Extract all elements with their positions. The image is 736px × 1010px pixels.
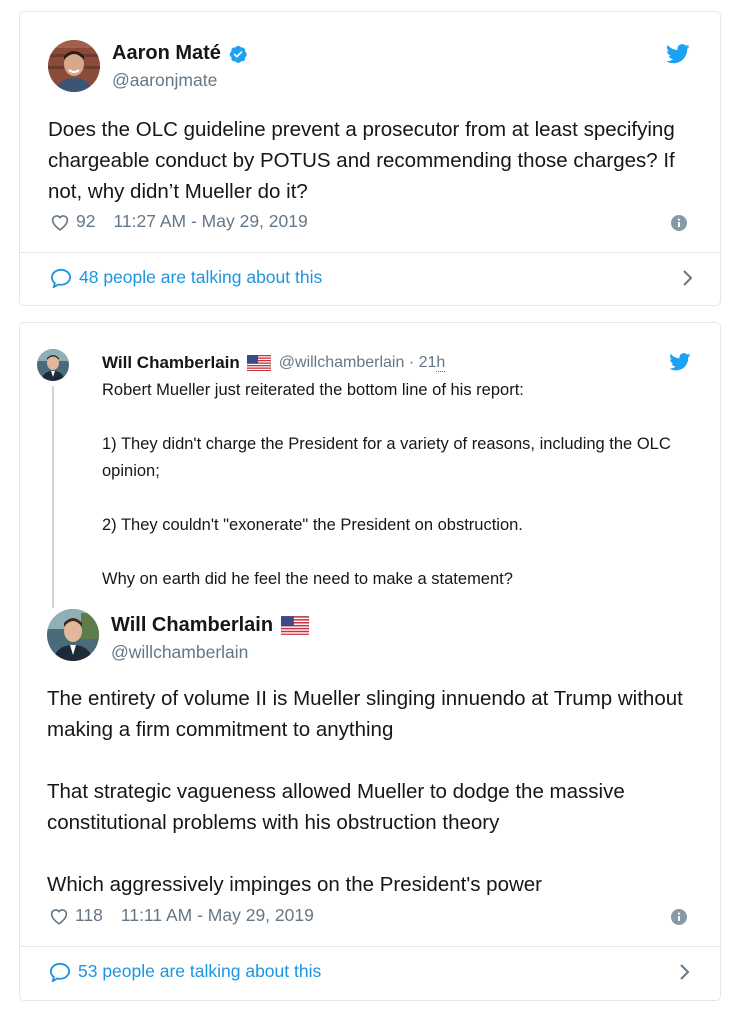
us-flag-icon	[246, 355, 271, 371]
parent-tweet-text: Robert Mueller just reiterated the botto…	[102, 381, 671, 588]
divider	[20, 946, 720, 947]
speech-bubble-icon	[50, 268, 72, 288]
talking-label[interactable]: 48 people are talking about this	[79, 267, 322, 288]
verified-badge-icon	[228, 44, 248, 64]
twitter-bird-icon[interactable]	[669, 353, 691, 376]
parent-author-name[interactable]: Will Chamberlain	[102, 353, 240, 373]
heart-icon[interactable]	[49, 907, 69, 925]
author-name[interactable]: Aaron Maté	[112, 42, 221, 65]
info-icon[interactable]	[671, 215, 687, 236]
talking-label[interactable]: 53 people are talking about this	[78, 961, 321, 982]
info-icon[interactable]	[671, 909, 687, 930]
author-handle[interactable]: @willchamberlain	[111, 642, 248, 663]
author-name[interactable]: Will Chamberlain	[111, 614, 273, 637]
tweet-meta: 118 11:11 AM - May 29, 2019	[49, 905, 314, 926]
thread-line	[52, 386, 54, 608]
divider	[20, 252, 720, 253]
speech-bubble-icon	[49, 962, 71, 982]
avatar[interactable]	[37, 349, 69, 381]
chevron-right-icon[interactable]	[679, 963, 691, 981]
us-flag-icon	[281, 616, 310, 635]
tweet-meta: 92 11:27 AM - May 29, 2019	[50, 211, 308, 232]
talking-link[interactable]: 48 people are talking about this	[50, 267, 694, 288]
like-count[interactable]: 118	[75, 905, 103, 926]
parent-author-row: Will Chamberlain @willchamberlain · 21h	[102, 353, 446, 373]
avatar[interactable]	[47, 609, 99, 661]
twitter-bird-icon[interactable]	[666, 44, 690, 69]
author-handle[interactable]: @aaronjmate	[112, 70, 217, 91]
tweet-timestamp[interactable]: 11:27 AM - May 29, 2019	[113, 211, 307, 232]
parent-handle-time[interactable]: @willchamberlain · 21h	[279, 354, 446, 372]
tweet-text: The entirety of volume II is Mueller sli…	[47, 687, 683, 896]
tweet-timestamp[interactable]: 11:11 AM - May 29, 2019	[121, 905, 314, 926]
chevron-right-icon[interactable]	[682, 269, 694, 287]
talking-link[interactable]: 53 people are talking about this	[49, 961, 691, 982]
author-name-row: Aaron Maté	[112, 42, 248, 65]
avatar[interactable]	[48, 40, 100, 92]
tweet-card-aaron: Aaron Maté @aaronjmate Does the OLC guid…	[19, 11, 721, 306]
like-count[interactable]: 92	[76, 211, 95, 232]
tweet-text: Does the OLC guideline prevent a prosecu…	[48, 118, 675, 203]
author-name-row: Will Chamberlain	[111, 614, 310, 637]
heart-icon[interactable]	[50, 213, 70, 231]
